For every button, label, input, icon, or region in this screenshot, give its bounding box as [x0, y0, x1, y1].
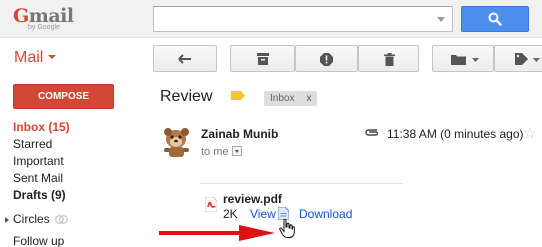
importance-marker-icon[interactable]: [231, 91, 245, 100]
view-attachment-link[interactable]: View: [250, 207, 276, 221]
pdf-file-icon: [205, 197, 217, 212]
search-button[interactable]: [461, 6, 529, 32]
sidebar-item-sent-mail[interactable]: Sent Mail: [13, 171, 63, 186]
paperclip-icon: [365, 129, 379, 136]
message-timestamp: 11:38 AM (0 minutes ago): [387, 127, 524, 141]
sidebar-item-circles[interactable]: Circles: [13, 212, 50, 227]
gmail-logo[interactable]: Gmail by Google: [13, 5, 75, 33]
logo-subtitle: by Google: [28, 24, 60, 31]
folder-move-icon: [451, 55, 466, 65]
compose-button[interactable]: COMPOSE: [13, 84, 114, 109]
report-spam-icon: [320, 53, 333, 66]
chevron-down-icon: [48, 55, 57, 59]
trash-icon: [384, 53, 395, 66]
sidebar-item-inbox[interactable]: Inbox (15): [13, 120, 70, 135]
archive-button[interactable]: [230, 45, 295, 72]
label-tag-icon: [515, 53, 528, 65]
sender-name[interactable]: Zainab Munib: [201, 127, 278, 141]
back-to-inbox-button[interactable]: [153, 45, 217, 72]
star-icon[interactable]: ☆: [523, 124, 536, 142]
label-chip-inbox: Inbox x: [264, 91, 318, 106]
sidebar-item-drafts[interactable]: Drafts (9): [13, 188, 66, 203]
attachment-size: 2K: [223, 207, 238, 221]
sidebar-item-important[interactable]: Important: [13, 154, 64, 169]
chevron-down-icon: [533, 58, 540, 62]
chevron-down-icon: [472, 58, 479, 62]
back-arrow-icon: [178, 54, 191, 64]
move-to-button[interactable]: [432, 45, 494, 72]
search-options-caret-icon[interactable]: [437, 17, 445, 22]
search-input[interactable]: [153, 6, 453, 32]
search-icon: [488, 12, 502, 26]
download-attachment-link[interactable]: Download: [299, 207, 352, 221]
delete-button[interactable]: [358, 45, 419, 72]
attachment-divider: [200, 183, 403, 184]
expand-circles-icon[interactable]: [5, 217, 9, 223]
remove-label-button[interactable]: x: [306, 93, 311, 104]
sender-avatar[interactable]: [160, 126, 193, 158]
red-arrow-annotation: [159, 225, 275, 241]
labels-button[interactable]: [494, 45, 542, 72]
recipient-line: to me: [201, 146, 242, 158]
thread-subject: Review: [160, 88, 213, 105]
top-bar: Gmail by Google: [0, 0, 542, 38]
mail-app-switcher[interactable]: Mail: [14, 49, 57, 67]
hand-cursor-icon: [279, 219, 295, 238]
sidebar-item-follow-up[interactable]: Follow up: [13, 234, 64, 247]
attachment-filename: review.pdf: [223, 192, 282, 206]
circles-icon: [55, 215, 68, 224]
show-details-button[interactable]: [231, 146, 242, 156]
archive-icon: [257, 53, 269, 65]
sidebar-item-starred[interactable]: Starred: [13, 137, 52, 152]
report-spam-button[interactable]: [295, 45, 358, 72]
